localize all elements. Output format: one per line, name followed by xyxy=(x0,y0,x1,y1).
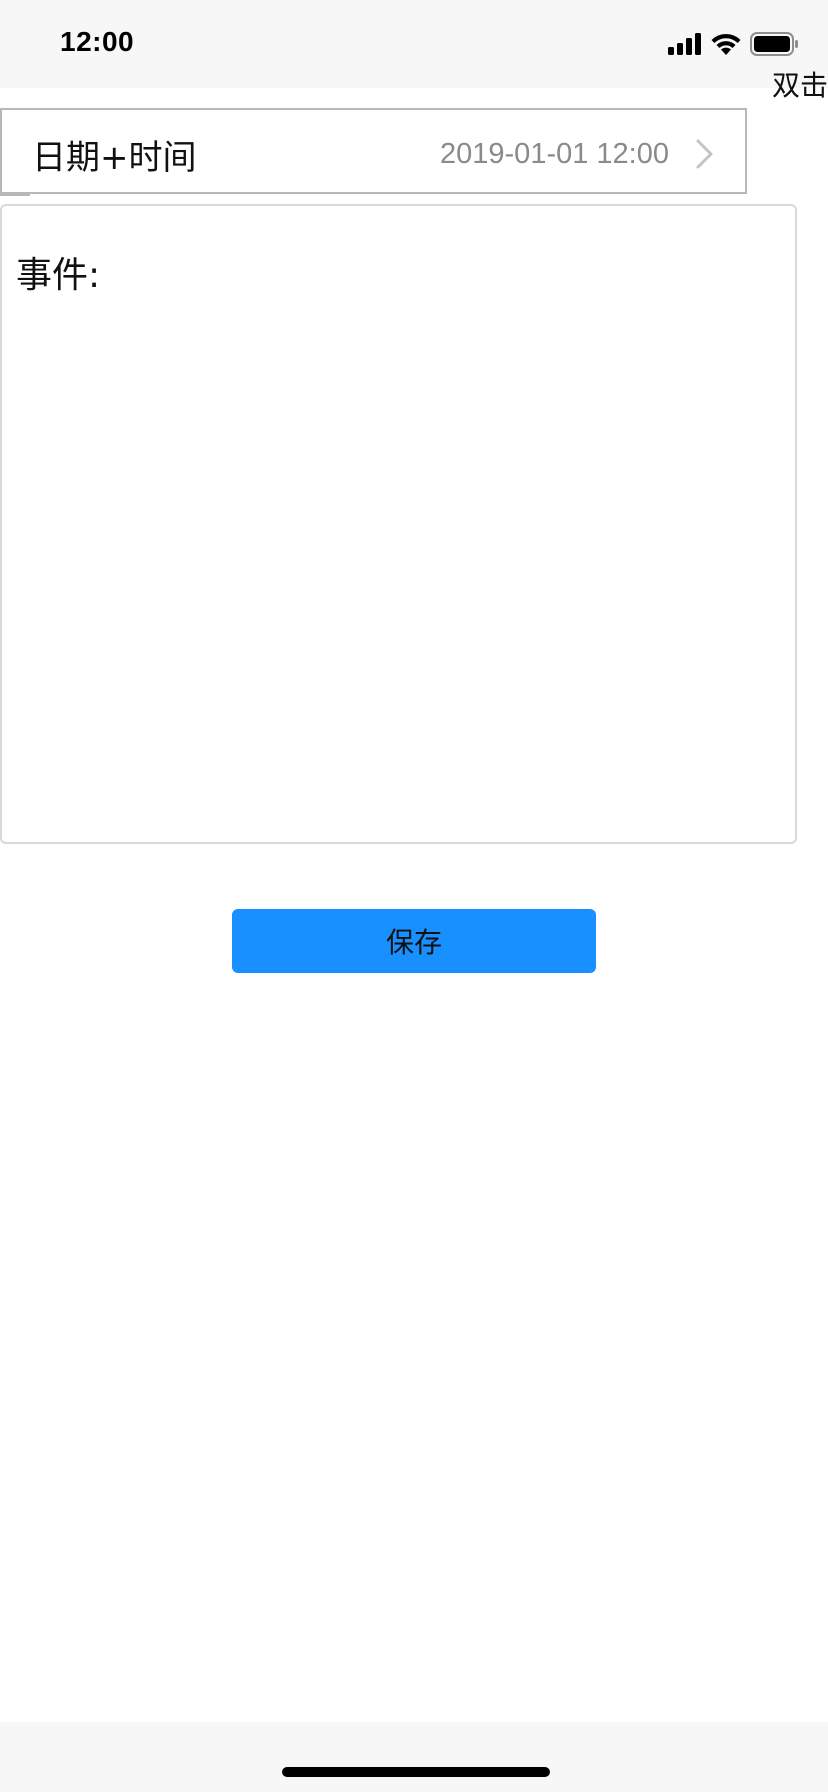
home-indicator[interactable] xyxy=(282,1767,550,1777)
event-box: 事件: xyxy=(0,204,797,844)
wifi-icon xyxy=(711,33,741,55)
datetime-picker-row[interactable]: 日期+时间 2019-01-01 12:00 xyxy=(0,108,747,194)
status-bar: 12:00 xyxy=(0,0,828,88)
status-icons xyxy=(668,30,798,58)
chevron-right-icon xyxy=(696,139,713,169)
datetime-value: 2019-01-01 12:00 xyxy=(440,138,669,170)
event-label: 事件: xyxy=(16,255,101,296)
row-divider xyxy=(0,194,30,196)
cellular-signal-icon xyxy=(668,33,701,55)
battery-icon xyxy=(750,32,798,56)
status-time: 12:00 xyxy=(60,26,135,57)
event-input[interactable] xyxy=(112,246,776,820)
datetime-label: 日期+时间 xyxy=(32,138,197,178)
save-button[interactable]: 保存 xyxy=(232,909,596,973)
double-tap-label: 双击 xyxy=(771,69,828,102)
home-indicator-bar xyxy=(0,1722,828,1792)
